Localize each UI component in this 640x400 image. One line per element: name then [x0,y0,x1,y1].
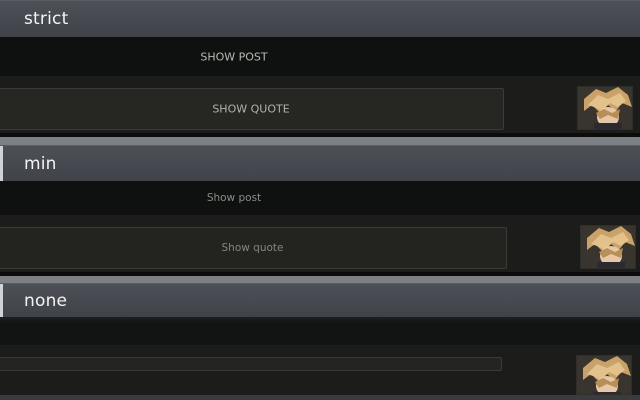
section-title: min [24,153,57,174]
header-shadow [0,317,640,323]
show-quote-button[interactable]: Show quote [0,227,507,269]
section-title: none [24,290,68,311]
show-quote-button[interactable] [0,357,502,371]
show-post-row[interactable]: SHOW POST [0,38,640,76]
show-post-row[interactable]: Show post [0,181,640,215]
section-header-min: min [0,145,640,182]
avatar-image [578,87,632,129]
quote-row: Show quote [0,215,640,272]
header-tab-marker [0,284,3,318]
avatar-icon[interactable] [577,86,633,130]
show-post-row[interactable] [0,317,640,345]
quote-row: SHOW QUOTE [0,76,640,133]
show-post-button[interactable]: Show post [0,192,468,204]
section-divider-line [0,137,640,145]
section-divider-line [0,276,640,283]
quote-row [0,345,640,395]
avatar-icon[interactable] [576,355,632,395]
avatar-image [581,226,635,268]
avatar-image [577,356,631,394]
show-quote-label: Show quote [221,242,284,254]
header-tab-marker [0,146,3,182]
show-quote-button[interactable]: SHOW QUOTE [0,88,504,130]
show-post-button[interactable]: SHOW POST [0,51,468,64]
section-header-none: none [0,283,640,318]
bottom-strip [0,395,640,400]
show-quote-label: SHOW QUOTE [212,102,290,116]
section-header-strict: strict [0,0,640,37]
section-title: strict [24,9,69,29]
page: strict SHOW POST SHOW QUOTE min Show pos… [0,0,640,400]
avatar-icon[interactable] [580,225,636,269]
